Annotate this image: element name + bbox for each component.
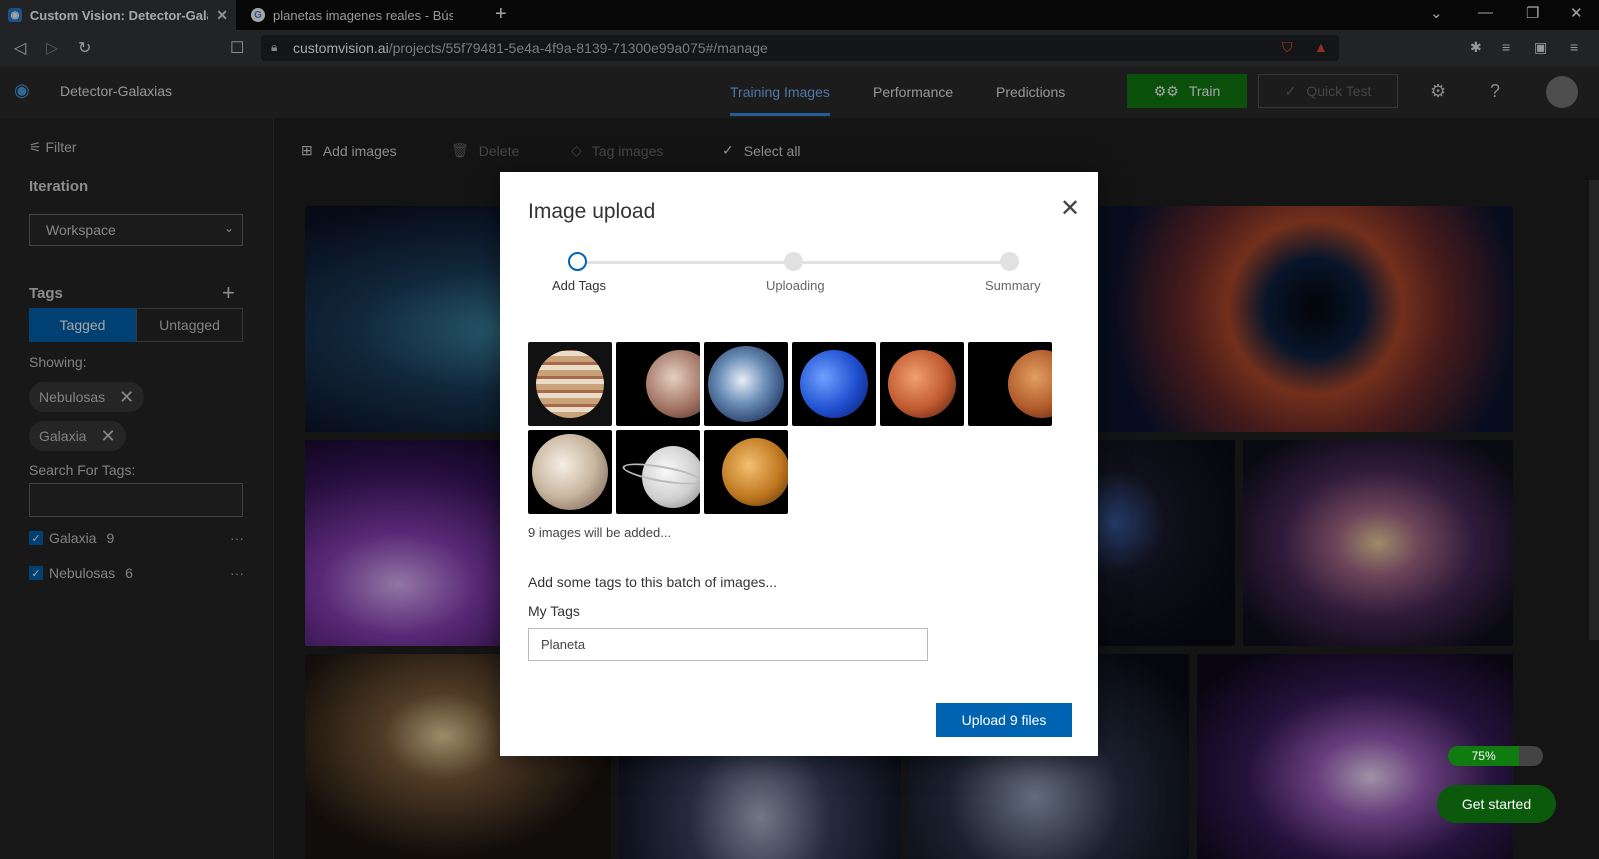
jupiter-thumbnail: [536, 350, 604, 418]
neptune-thumbnail: [800, 350, 868, 418]
earth-thumbnail: [708, 346, 784, 422]
mercury-thumbnail: [888, 350, 956, 418]
pluto-closeup-thumbnail: [532, 434, 608, 510]
image-thumbnail: [880, 342, 964, 426]
close-icon[interactable]: ✕: [1060, 194, 1080, 223]
step-uploading-dot: [784, 252, 803, 271]
upload-progress-bar: 75%: [1448, 746, 1543, 766]
image-thumbnail: [528, 342, 612, 426]
step-label: Uploading: [766, 278, 825, 293]
step-summary-dot: [1000, 252, 1019, 271]
dialog-title: Image upload: [528, 200, 656, 223]
image-thumbnail: [616, 342, 700, 426]
images-count-text: 9 images will be added...: [528, 525, 672, 540]
step-add-tags-dot: [568, 252, 587, 271]
image-upload-dialog: Image upload ✕ Add Tags Uploading Summar…: [500, 172, 1098, 756]
my-tags-label: My Tags: [528, 603, 580, 619]
mars-thumbnail: [1008, 350, 1052, 418]
pluto-thumbnail: [646, 350, 700, 418]
image-thumbnail: [704, 342, 788, 426]
my-tags-input[interactable]: [528, 628, 928, 661]
image-thumbnail: [528, 430, 612, 514]
image-thumbnail: [616, 430, 700, 514]
get-started-button[interactable]: Get started: [1437, 785, 1556, 823]
image-thumbnail: [968, 342, 1052, 426]
tag-prompt: Add some tags to this batch of images...: [528, 574, 778, 590]
image-thumbnail: [704, 430, 788, 514]
image-thumbnail: [792, 342, 876, 426]
venus-thumbnail: [722, 438, 788, 506]
upload-files-button[interactable]: Upload 9 files: [936, 703, 1072, 737]
progress-fill: 75%: [1448, 746, 1520, 766]
step-label: Add Tags: [552, 278, 606, 293]
step-label: Summary: [985, 278, 1041, 293]
